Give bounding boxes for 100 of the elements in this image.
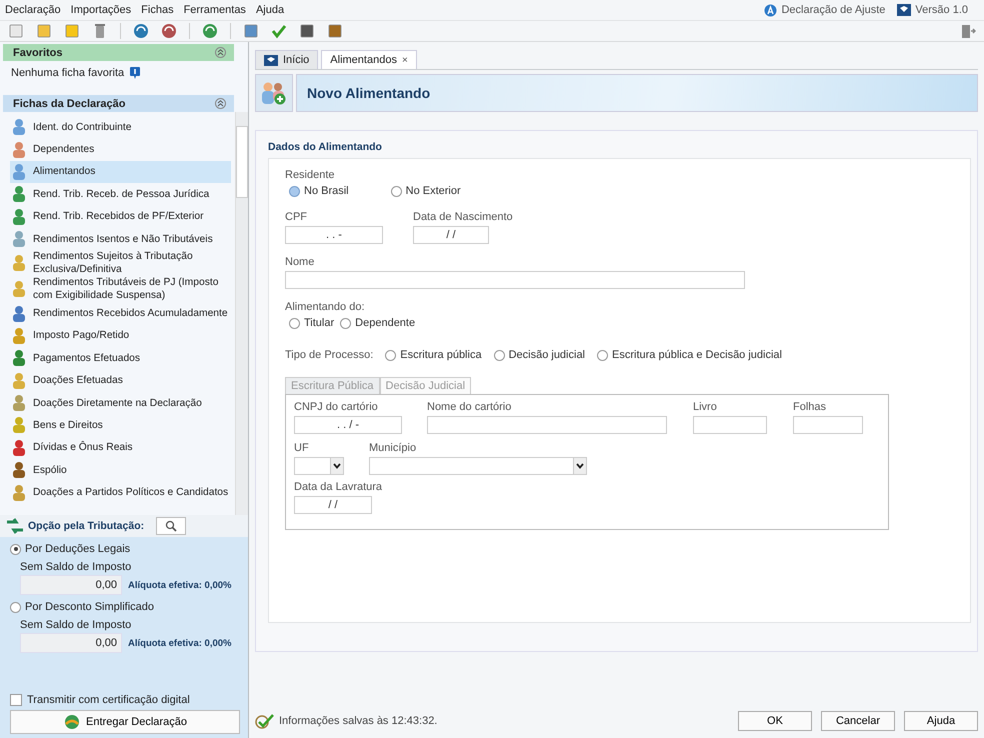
sidebar-item[interactable]: Dependentes xyxy=(10,138,231,161)
sidebar-item[interactable]: Doações a Partidos Políticos e Candidatos xyxy=(10,481,231,504)
radio-button[interactable] xyxy=(10,544,21,554)
arrows-icon xyxy=(6,518,24,534)
input-field[interactable] xyxy=(793,416,863,434)
empty-favorites-text: Nenhuma ficha favorita xyxy=(11,67,124,79)
input-field[interactable] xyxy=(285,271,745,289)
scrollbar[interactable] xyxy=(235,112,248,515)
sidebar-item[interactable]: Rendimentos Isentos e Não Tributáveis xyxy=(10,228,231,250)
input-field[interactable] xyxy=(693,416,767,434)
checkmark-icon[interactable] xyxy=(271,23,287,39)
radio-option[interactable]: Dependente xyxy=(340,317,416,329)
field-label: Data da Lavratura xyxy=(294,481,384,493)
field-label: Tipo de Processo: xyxy=(285,349,374,361)
sidebar-item[interactable]: Alimentandos xyxy=(10,160,231,184)
dialog-button[interactable]: Ajuda xyxy=(904,711,978,731)
collapse-icon[interactable] xyxy=(215,98,226,109)
page-title: Novo Alimentando xyxy=(307,85,430,101)
tab[interactable]: Início xyxy=(255,50,318,69)
field-label: Nome xyxy=(285,256,316,268)
declaration-mode: Declaração de Ajuste xyxy=(781,4,886,16)
input-field[interactable]: . . - xyxy=(285,226,383,244)
sidebar-item[interactable]: Rendimentos Sujeitos à Tributação Exclusiva/Definitiva xyxy=(10,250,231,276)
certificate-checkbox[interactable]: Transmitir com certificação digital xyxy=(10,694,240,706)
exit-door-icon[interactable] xyxy=(960,23,976,39)
checkbox[interactable] xyxy=(10,694,22,706)
dialog-button[interactable]: Cancelar xyxy=(821,711,895,731)
radio-button[interactable] xyxy=(597,350,608,360)
section-title: Dados do Alimentando xyxy=(268,141,383,153)
fichas-header[interactable]: Fichas da Declaração xyxy=(3,95,234,112)
radio-option[interactable]: Escritura pública e Decisão judicial xyxy=(597,349,782,361)
collapse-icon[interactable] xyxy=(215,47,226,58)
radio-button[interactable] xyxy=(289,318,300,328)
status-text: Informações salvas às 12:43:32. xyxy=(279,715,438,727)
letter-a-circle-icon xyxy=(764,4,778,16)
input-field[interactable]: . . / - xyxy=(294,416,402,434)
fichas-title: Fichas da Declaração xyxy=(13,98,126,110)
dialog-button[interactable]: OK xyxy=(738,711,812,731)
sidebar-item[interactable]: Rend. Trib. Receb. de Pessoa Jurídica xyxy=(10,183,231,206)
caret-icon xyxy=(330,458,343,474)
radio-button[interactable] xyxy=(10,602,21,612)
info-icon xyxy=(130,67,140,79)
tax-option-title: Opção pela Tributação: xyxy=(28,520,144,532)
flag-icon xyxy=(897,4,912,16)
menu-item[interactable]: Declaração xyxy=(5,4,61,16)
caret-icon xyxy=(573,458,586,474)
radio-option[interactable]: No Exterior xyxy=(390,185,461,197)
date-field[interactable]: / / xyxy=(294,496,372,514)
sidebar-item[interactable]: Doações Diretamente na Declaração xyxy=(10,392,231,414)
menu-item[interactable]: Ferramentas xyxy=(184,4,246,16)
effective-rate: Alíquota efetiva: 0,00% xyxy=(128,638,232,648)
people-add-icon xyxy=(261,81,287,105)
field-label: Nome do cartório xyxy=(427,401,512,413)
field-label: Alimentando do: xyxy=(285,301,366,313)
radio-option[interactable]: Escritura pública xyxy=(385,349,482,361)
sidebar-item[interactable]: Doações Efetuadas xyxy=(10,370,231,392)
field-label: Folhas xyxy=(793,401,828,413)
radio-button[interactable] xyxy=(289,186,300,196)
radio-option[interactable]: Titular xyxy=(289,317,334,329)
tab[interactable]: Alimentandos × xyxy=(321,50,417,69)
search-icon xyxy=(165,520,178,532)
sidebar-item[interactable]: Dívidas e Ônus Reais xyxy=(10,436,231,460)
sidebar-item[interactable]: Bens e Direitos xyxy=(10,414,231,437)
radio-option[interactable]: Por Deduções Legais xyxy=(10,543,240,555)
field-label: Município xyxy=(369,442,418,454)
flag-icon xyxy=(264,54,278,66)
submit-button[interactable]: Entregar Declaração xyxy=(10,710,240,734)
radio-button[interactable] xyxy=(390,186,402,196)
balance-label: Sem Saldo de Imposto xyxy=(20,619,132,631)
radio-option[interactable]: No Brasil xyxy=(289,185,349,197)
checkmark-icon xyxy=(255,713,275,729)
radio-button[interactable] xyxy=(340,318,352,328)
radio-button[interactable] xyxy=(494,350,505,360)
dropdown[interactable] xyxy=(294,457,344,475)
amount-field: 0,00 xyxy=(20,575,122,595)
balance-label: Sem Saldo de Imposto xyxy=(20,561,132,573)
sidebar-item[interactable]: Pagamentos Efetuados xyxy=(10,347,231,370)
radio-option[interactable]: Decisão judicial xyxy=(494,349,586,361)
field-label: Residente xyxy=(285,169,336,181)
radio-option[interactable]: Por Desconto Simplificado xyxy=(10,601,240,613)
menu-item[interactable]: Ajuda xyxy=(256,4,284,16)
date-field[interactable]: / / xyxy=(413,226,489,244)
sidebar-item[interactable]: Ident. do Contribuinte xyxy=(10,116,231,138)
field-label: Data de Nascimento xyxy=(413,211,513,223)
sidebar-item[interactable]: Rendimentos Tributáveis de PJ (Imposto com Exigibilidade Suspensa) xyxy=(10,276,231,302)
dropdown[interactable] xyxy=(369,457,587,475)
sidebar-item[interactable]: Rend. Trib. Recebidos de PF/Exterior xyxy=(10,206,231,228)
radio-button[interactable] xyxy=(385,350,396,360)
menu-item[interactable]: Importações xyxy=(70,4,132,16)
input-field[interactable] xyxy=(427,416,667,434)
sidebar-item[interactable]: Imposto Pago/Retido xyxy=(10,324,231,348)
favorites-header[interactable]: Favoritos xyxy=(3,44,234,61)
trash-icon[interactable] xyxy=(92,23,108,39)
amount-field: 0,00 xyxy=(20,633,122,653)
sidebar-item[interactable]: Espólio xyxy=(10,459,231,482)
sidebar-item[interactable]: Rendimentos Recebidos Acumuladamente xyxy=(10,302,231,325)
menu-item[interactable]: Fichas xyxy=(141,4,174,16)
search-button[interactable] xyxy=(156,517,186,535)
version-label: Versão 1.0 xyxy=(915,4,968,16)
close-icon[interactable]: × xyxy=(402,54,408,66)
